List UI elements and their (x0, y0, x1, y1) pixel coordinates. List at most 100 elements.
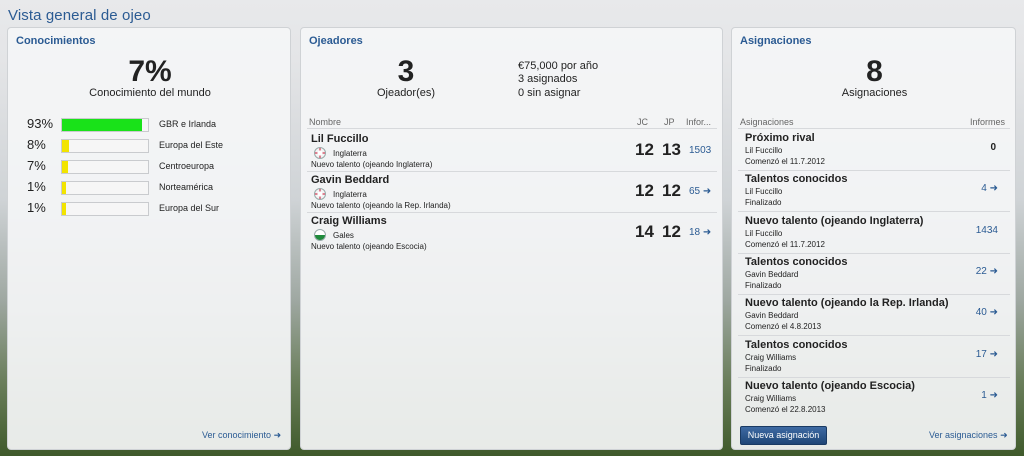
knowledge-region-label: Centroeuropa (159, 161, 215, 171)
assignment-scout: Gavin Beddard (745, 311, 799, 321)
assignment-row[interactable]: Nuevo talento (ojeando Inglaterra) Lil Fu… (732, 212, 1017, 253)
view-assignments-link[interactable]: Ver asignaciones ➜ (929, 430, 1008, 441)
assignment-status: Finalizado (745, 363, 782, 373)
assignment-title[interactable]: Próximo rival (745, 132, 815, 144)
scouts-unassigned: 0 sin asignar (518, 87, 581, 99)
knowledge-percent-value: 1% (27, 179, 46, 194)
col-header-jp[interactable]: JP (664, 117, 675, 127)
knowledge-bar (61, 118, 149, 132)
knowledge-percent-value: 1% (27, 200, 46, 215)
knowledge-bar-fill (62, 161, 68, 173)
assignment-reports-count[interactable]: 1 ➜ (981, 390, 998, 401)
knowledge-percent-value: 93% (27, 116, 54, 131)
assignment-status: Comenzó el 4.8.2013 (745, 322, 822, 332)
assignment-reports-count[interactable]: 40 ➜ (976, 307, 998, 318)
scout-row[interactable]: Gavin Beddard Inglaterra Nuevo talento (oj… (301, 171, 724, 212)
wales-flag-icon (314, 229, 326, 241)
knowledge-percent-value: 7% (27, 158, 46, 173)
col-header-name[interactable]: Nombre (309, 117, 341, 127)
assignment-reports-count[interactable]: 17 ➜ (976, 349, 998, 360)
assignment-status: Comenzó el 11.7.2012 (745, 157, 825, 166)
assignment-title[interactable]: Talentos conocidos (745, 173, 847, 185)
scout-assignment: Nuevo talento (ojeando la Rep. Irlanda) (311, 201, 451, 210)
assignment-reports-count: 0 (990, 142, 996, 153)
assignment-row[interactable]: Talentos conocidos Craig Williams Finaliza… (732, 336, 1017, 377)
assignment-status: Comenzó el 22.8.2013 (745, 404, 826, 414)
knowledge-region-label: Europa del Sur (159, 203, 220, 213)
knowledge-subtitle: Conocimiento del mundo (89, 87, 211, 99)
assignment-row[interactable]: Próximo rival Lil Fuccillo Comenzó el 11.7… (732, 129, 1017, 170)
assignment-scout: Lil Fuccillo (745, 228, 783, 238)
scout-jp: 12 (662, 222, 681, 241)
knowledge-percent: 7% (128, 55, 172, 88)
scout-row[interactable]: Craig Williams Gales Nuevo talento (ojeand… (301, 212, 724, 253)
scouts-panel-title: Ojeadores (309, 35, 363, 47)
page-title: Vista general de ojeo (8, 7, 151, 24)
knowledge-row: 1% Europa del Sur (8, 200, 292, 220)
knowledge-bar-fill (62, 140, 69, 152)
col-header-assignments[interactable]: Asignaciones (740, 117, 794, 127)
scout-nation: Gales (333, 231, 354, 240)
arrow-right-icon: ➜ (1000, 430, 1008, 440)
assignment-scout: Lil Fuccillo (745, 146, 783, 155)
assignment-status: Finalizado (745, 280, 782, 290)
scout-jc: 12 (635, 140, 654, 159)
knowledge-bar-fill (62, 203, 66, 215)
assignment-reports-count[interactable]: 1434 (976, 225, 998, 236)
col-header-reports[interactable]: Infor... (686, 117, 711, 127)
knowledge-panel: Conocimientos 7% Conocimiento del mundo … (7, 27, 291, 450)
scout-name[interactable]: Craig Williams (311, 215, 387, 227)
scout-assignment: Nuevo talento (ojeando Inglaterra) (311, 160, 433, 169)
assignment-title[interactable]: Talentos conocidos (745, 339, 847, 351)
assignment-title[interactable]: Talentos conocidos (745, 256, 847, 268)
scout-assignment: Nuevo talento (ojeando Escocia) (311, 242, 427, 251)
assignment-title[interactable]: Nuevo talento (ojeando la Rep. Irlanda) (745, 297, 949, 309)
scout-jp: 12 (662, 181, 681, 200)
assignment-title[interactable]: Nuevo talento (ojeando Escocia) (745, 380, 915, 392)
new-assignment-button[interactable]: Nueva asignación (740, 426, 827, 445)
scout-row[interactable]: Lil Fuccillo Inglaterra Nuevo talento (oje… (301, 130, 724, 171)
knowledge-bar-fill (62, 182, 66, 194)
knowledge-row: 7% Centroeuropa (8, 158, 292, 178)
assignment-title[interactable]: Nuevo talento (ojeando Inglaterra) (745, 215, 923, 227)
knowledge-row: 8% Europa del Este (8, 137, 292, 157)
assignment-scout: Craig Williams (745, 393, 797, 403)
knowledge-bar (61, 139, 149, 153)
knowledge-percent-value: 8% (27, 137, 46, 152)
view-knowledge-link[interactable]: Ver conocimiento ➜ (202, 430, 281, 441)
england-flag-icon (314, 188, 326, 200)
knowledge-bar (61, 202, 149, 216)
col-header-reports[interactable]: Informes (970, 117, 1005, 127)
scout-name[interactable]: Gavin Beddard (311, 174, 389, 186)
assignment-reports-count[interactable]: 4 ➜ (981, 183, 998, 194)
assignment-scout: Lil Fuccillo (745, 187, 783, 197)
scouts-panel: Ojeadores 3 Ojeador(es) €75,000 por año … (300, 27, 723, 450)
scouts-count: 3 (397, 55, 415, 88)
assignment-row[interactable]: Talentos conocidos Gavin Beddard Finalizad… (732, 253, 1017, 294)
assignment-reports-count[interactable]: 22 ➜ (976, 266, 998, 277)
scout-name[interactable]: Lil Fuccillo (311, 133, 368, 145)
scout-jc: 12 (635, 181, 654, 200)
scouts-assigned: 3 asignados (518, 73, 578, 85)
scout-jc: 14 (635, 222, 654, 241)
scout-reports-link[interactable]: 65 ➜ (689, 186, 711, 197)
scout-reports-link[interactable]: 18 ➜ (689, 227, 711, 238)
knowledge-bar-fill (62, 119, 142, 131)
scouts-budget: €75,000 por año (518, 60, 599, 72)
knowledge-row: 1% Norteamérica (8, 179, 292, 199)
header-divider (307, 128, 717, 129)
knowledge-bar (61, 181, 149, 195)
knowledge-panel-title: Conocimientos (16, 35, 96, 47)
scouts-count-label: Ojeador(es) (376, 87, 436, 99)
assignment-row[interactable]: Nuevo talento (ojeando la Rep. Irlanda) G… (732, 294, 1017, 335)
assignment-row[interactable]: Nuevo talento (ojeando Escocia) Craig Wil… (732, 377, 1017, 418)
col-header-jc[interactable]: JC (637, 117, 648, 127)
knowledge-region-label: GBR e Irlanda (159, 119, 217, 129)
assignment-status: Finalizado (745, 198, 782, 208)
assignment-row[interactable]: Talentos conocidos Lil Fuccillo Finalizado… (732, 170, 1017, 211)
scout-reports-link[interactable]: 1503 (689, 145, 711, 156)
assignments-panel: Asignaciones 8 Asignaciones Asignaciones… (731, 27, 1016, 450)
assignments-panel-title: Asignaciones (740, 35, 812, 47)
knowledge-region-label: Norteamérica (159, 182, 214, 192)
scout-nation: Inglaterra (333, 149, 367, 158)
